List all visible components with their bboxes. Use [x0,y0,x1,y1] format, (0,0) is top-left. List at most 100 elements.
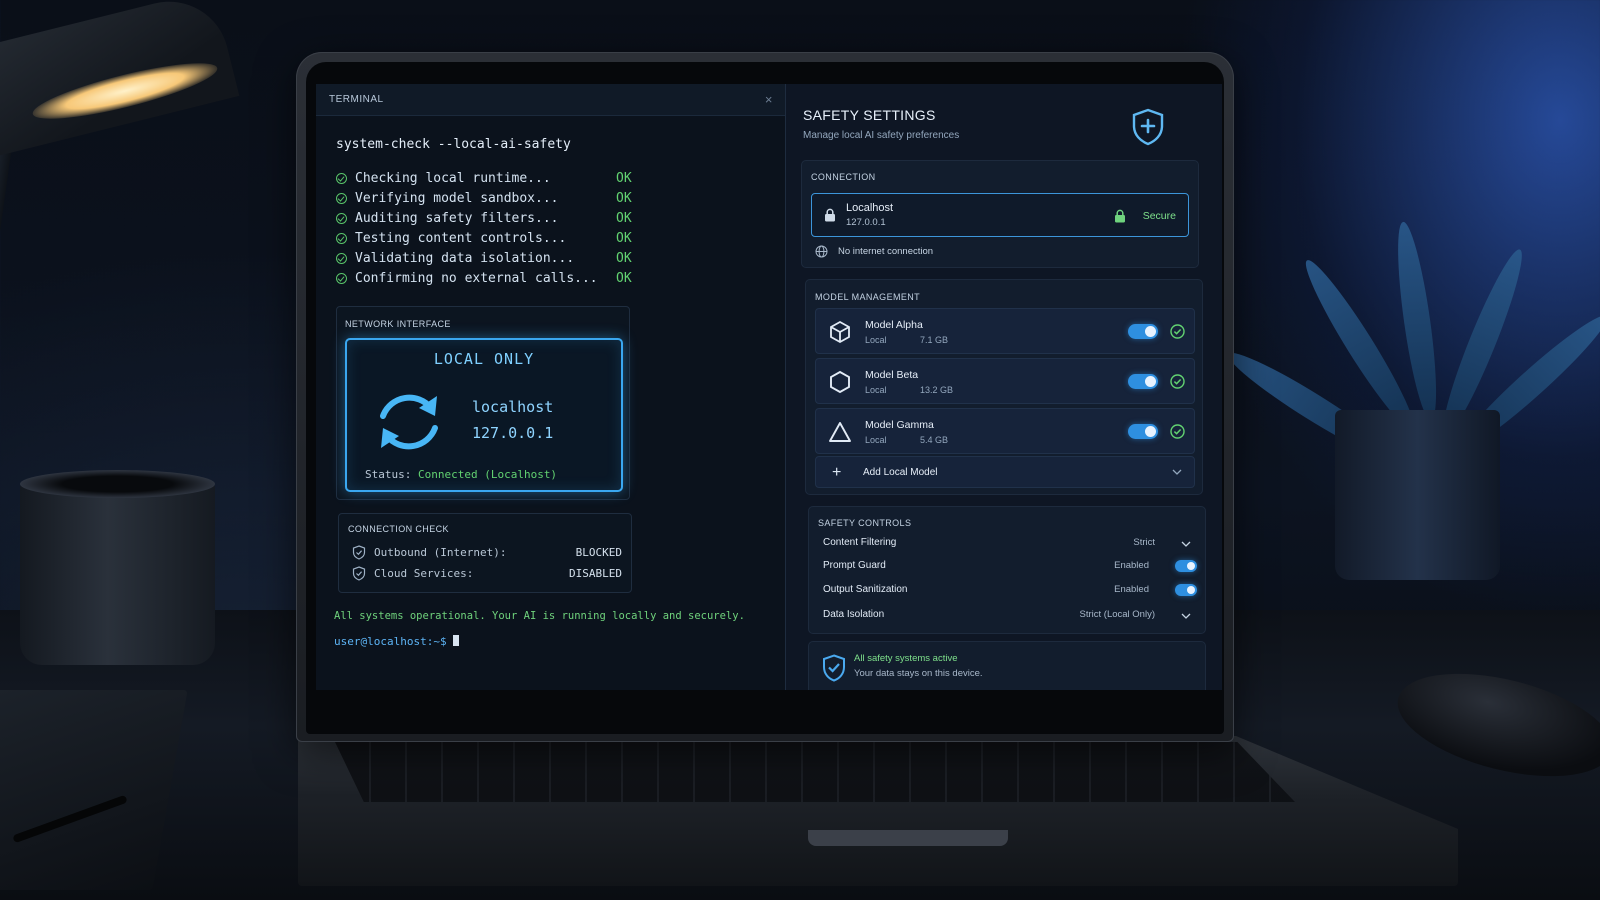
terminal-prompt[interactable]: user@localhost:~$ [334,635,459,648]
shield-icon [352,545,366,560]
check-status: OK [616,230,632,246]
model-row-beta[interactable]: Model Beta Local 13.2 GB [815,358,1195,404]
cube-icon [830,320,850,344]
control-label: Output Sanitization [823,584,908,595]
model-management-heading: MODEL MANAGEMENT [815,292,921,302]
control-output-sanitization[interactable]: Output Sanitization Enabled [823,581,1197,601]
control-label: Data Isolation [823,609,885,620]
model-size: 13.2 GB [920,385,954,395]
control-data-isolation[interactable]: Data Isolation Strict (Local Only) [823,606,1197,626]
check-label: Auditing safety filters... [355,210,559,226]
safety-settings-panel: SAFETY SETTINGS Manage local AI safety p… [786,84,1222,690]
model-toggle[interactable] [1128,374,1158,389]
check-circle-icon [1170,324,1185,339]
check-circle-icon [336,192,347,204]
check-circle-icon [1170,424,1185,439]
model-location: Local [865,335,887,345]
check-row: Confirming no external calls... OK [336,268,636,288]
check-label: Testing content controls... [355,230,567,246]
terminal-window[interactable]: TERMINAL × system-check --local-ai-safet… [316,84,786,690]
laptop-trackpad-notch [808,830,1008,846]
check-status: OK [616,250,632,266]
hexagon-icon [830,370,850,394]
connection-check-row: Outbound (Internet): BLOCKED [352,545,622,560]
laptop-keyboard [335,742,1295,802]
coffee-mug-rim [20,470,215,498]
chevron-down-icon[interactable] [1181,613,1191,620]
shield-icon [352,566,366,581]
chevron-down-icon [1172,469,1182,475]
globe-icon [815,245,828,258]
check-row: Verifying model sandbox... OK [336,188,636,208]
output-sanitization-toggle[interactable] [1175,584,1197,596]
check-circle-icon [336,272,347,284]
check-label: Verifying model sandbox... [355,190,559,206]
model-toggle[interactable] [1128,424,1158,439]
model-location: Local [865,435,887,445]
page-subtitle: Manage local AI safety preferences [803,130,960,141]
host-ip: 127.0.0.1 [846,217,886,228]
local-only-box: LOCAL ONLY localhost 127.0.0.1 Status: C… [345,338,623,492]
no-internet-label: No internet connection [838,246,934,257]
prompt-text: user@localhost:~$ [334,635,447,648]
control-prompt-guard[interactable]: Prompt Guard Enabled [823,557,1197,577]
terminal-command: system-check --local-ai-safety [336,137,571,152]
network-interface-heading: NETWORK INTERFACE [345,319,451,329]
plant-pot [1335,410,1500,580]
connection-check-row: Cloud Services: DISABLED [352,566,622,581]
add-local-model-button[interactable]: + Add Local Model [815,456,1195,488]
model-toggle[interactable] [1128,324,1158,339]
text-cursor [452,635,459,646]
check-row: Auditing safety filters... OK [336,208,636,228]
close-icon[interactable]: × [765,92,773,107]
network-interface-panel: NETWORK INTERFACE LOCAL ONLY localhost 1… [336,306,630,500]
prompt-guard-toggle[interactable] [1175,560,1197,572]
connection-check-label: Outbound (Internet): [374,546,507,559]
coffee-mug [20,480,215,665]
check-list: Checking local runtime... OK Verifying m… [336,168,636,288]
control-value[interactable]: Strict [1133,537,1155,548]
chevron-down-icon[interactable] [1181,541,1191,548]
check-circle-icon [336,252,347,264]
connection-check-panel: CONNECTION CHECK Outbound (Internet): BL… [338,513,632,593]
check-circle-icon [336,172,347,184]
network-ip: 127.0.0.1 [472,424,554,442]
connection-check-status: BLOCKED [575,546,622,559]
connection-check-status: DISABLED [569,567,622,580]
check-label: Checking local runtime... [355,170,551,186]
model-name: Model Gamma [865,419,934,431]
check-label: Confirming no external calls... [355,270,598,286]
model-location: Local [865,385,887,395]
check-circle-icon [336,212,347,224]
model-row-alpha[interactable]: Model Alpha Local 7.1 GB [815,308,1195,354]
check-status: OK [616,210,632,226]
safety-status-title: All safety systems active [854,653,958,664]
control-label: Prompt Guard [823,560,886,571]
add-local-model-label: Add Local Model [863,467,938,478]
triangle-icon [829,422,851,442]
check-status: OK [616,190,632,206]
terminal-title: TERMINAL [329,94,384,105]
shield-plus-icon [1132,108,1164,146]
secure-lock-icon [1115,209,1125,223]
model-size: 7.1 GB [920,335,949,345]
network-host: localhost [472,398,554,416]
check-row: Validating data isolation... OK [336,248,636,268]
check-label: Validating data isolation... [355,250,575,266]
control-value[interactable]: Strict (Local Only) [1080,609,1156,620]
control-value: Enabled [1114,560,1149,571]
control-content-filtering[interactable]: Content Filtering Strict [823,534,1197,554]
host-field[interactable]: Localhost 127.0.0.1 Secure [811,193,1189,237]
check-row: Testing content controls... OK [336,228,636,248]
model-row-gamma[interactable]: Model Gamma Local 5.4 GB [815,408,1195,454]
terminal-titlebar[interactable]: TERMINAL × [316,84,785,116]
sync-icon [380,394,438,450]
page-title: SAFETY SETTINGS [803,107,936,123]
model-size: 5.4 GB [920,435,949,445]
local-only-label: LOCAL ONLY [433,350,535,368]
plus-icon: + [832,464,842,481]
control-value: Enabled [1114,584,1149,595]
connection-check-label: Cloud Services: [374,567,474,580]
safety-controls-card: SAFETY CONTROLS Content Filtering Strict… [808,506,1206,634]
model-name: Model Alpha [865,319,923,331]
